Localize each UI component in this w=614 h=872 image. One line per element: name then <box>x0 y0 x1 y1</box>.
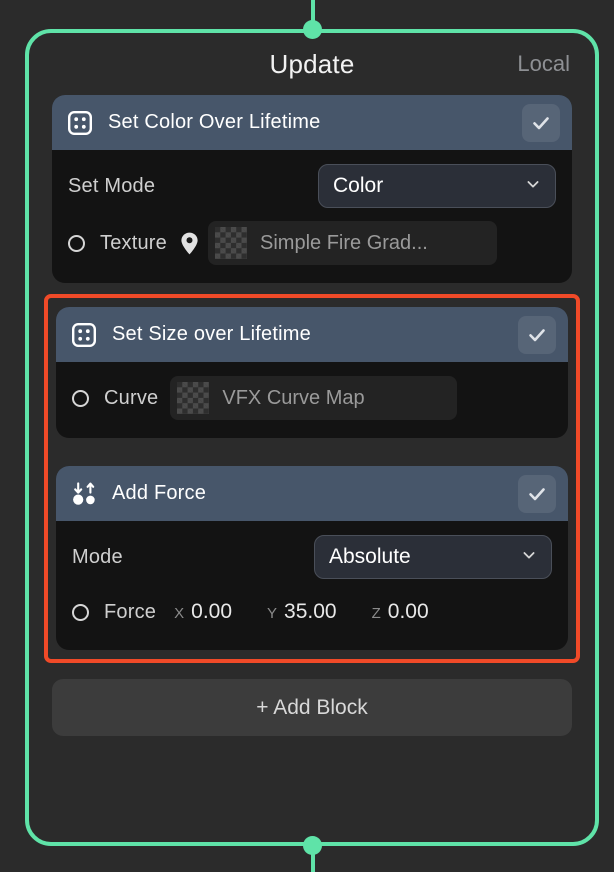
checkerboard-thumbnail <box>215 227 247 259</box>
block-enabled-checkbox[interactable] <box>522 103 560 142</box>
axis-label-y: Y <box>267 605 278 622</box>
block-header[interactable]: Add Force <box>56 466 568 521</box>
set-mode-dropdown[interactable]: Color <box>318 164 556 208</box>
force-x-field[interactable]: X 0.00 <box>174 600 232 624</box>
block-body: Mode Absolute Force X 0.00 Y 35.00 Z 0.0… <box>56 521 568 650</box>
node-space-label[interactable]: Local <box>517 51 570 77</box>
dropdown-value: Absolute <box>329 545 411 568</box>
selected-blocks-group[interactable]: Set Size over Lifetime Curve VFX Curve M… <box>44 294 580 663</box>
output-port-dot[interactable] <box>303 836 322 855</box>
chevron-down-icon <box>525 176 541 197</box>
block-enabled-checkbox[interactable] <box>518 474 556 513</box>
check-icon <box>533 116 549 129</box>
block-list: Set Color Over Lifetime Set Mode Color T… <box>44 95 580 842</box>
update-node-panel[interactable]: Update Local Set Color Over Lifetime Set… <box>25 29 599 846</box>
block-title: Set Color Over Lifetime <box>108 111 321 133</box>
block-body: Curve VFX Curve Map <box>56 362 568 438</box>
axis-value-z: 0.00 <box>387 600 429 623</box>
force-vector-fields: X 0.00 Y 35.00 Z 0.00 <box>156 600 429 624</box>
asset-name: VFX Curve Map <box>222 386 365 409</box>
block-header[interactable]: Set Color Over Lifetime <box>52 95 572 150</box>
property-label: Mode <box>72 545 123 568</box>
add-block-button[interactable]: + Add Block <box>52 679 572 736</box>
axis-label-x: X <box>174 605 185 622</box>
property-label: Texture <box>100 231 167 254</box>
dice-four-icon <box>70 321 98 349</box>
node-header: Update Local <box>52 33 572 95</box>
socket-circle-icon[interactable] <box>72 389 89 407</box>
block-title: Set Size over Lifetime <box>112 323 311 345</box>
force-y-field[interactable]: Y 35.00 <box>267 600 337 624</box>
block-set-color-over-lifetime[interactable]: Set Color Over Lifetime Set Mode Color T… <box>52 95 572 283</box>
curve-asset-field[interactable]: VFX Curve Map <box>170 376 458 420</box>
check-icon <box>529 487 545 500</box>
axis-value-y: 35.00 <box>284 600 337 623</box>
location-pin-icon[interactable] <box>179 231 200 256</box>
check-icon <box>529 328 545 341</box>
add-block-label: + Add Block <box>256 695 368 719</box>
property-label: Curve <box>104 386 159 409</box>
asset-name: Simple Fire Grad... <box>260 231 428 254</box>
force-z-field[interactable]: Z 0.00 <box>372 600 429 624</box>
property-row-texture: Texture Simple Fire Grad... <box>68 221 556 265</box>
socket-circle-icon[interactable] <box>72 603 89 621</box>
property-row-force: Force X 0.00 Y 35.00 Z 0.00 <box>72 592 552 632</box>
axis-label-z: Z <box>371 605 381 622</box>
block-title: Add Force <box>112 482 207 504</box>
block-enabled-checkbox[interactable] <box>518 315 556 354</box>
property-label: Set Mode <box>68 174 156 197</box>
mode-dropdown[interactable]: Absolute <box>314 535 552 579</box>
block-add-force[interactable]: Add Force Mode Absolute Force X 0.00 Y 3… <box>56 466 568 650</box>
texture-asset-field[interactable]: Simple Fire Grad... <box>208 221 497 265</box>
property-row-curve: Curve VFX Curve Map <box>72 376 552 420</box>
add-force-icon <box>70 480 98 508</box>
chevron-down-icon <box>521 547 537 568</box>
input-port-dot[interactable] <box>303 20 322 39</box>
socket-circle-icon[interactable] <box>68 234 85 252</box>
property-row-mode: Mode Absolute <box>72 535 552 579</box>
property-label: Force <box>104 600 157 623</box>
dropdown-value: Color <box>333 174 384 197</box>
dice-four-icon <box>66 109 94 137</box>
node-title: Update <box>269 48 355 79</box>
block-body: Set Mode Color Texture Simple Fire Grad.… <box>52 150 572 283</box>
block-header[interactable]: Set Size over Lifetime <box>56 307 568 362</box>
checkerboard-thumbnail <box>177 382 210 414</box>
axis-value-x: 0.00 <box>191 600 233 623</box>
block-set-size-over-lifetime[interactable]: Set Size over Lifetime Curve VFX Curve M… <box>56 307 568 438</box>
property-row-set-mode: Set Mode Color <box>68 164 556 208</box>
